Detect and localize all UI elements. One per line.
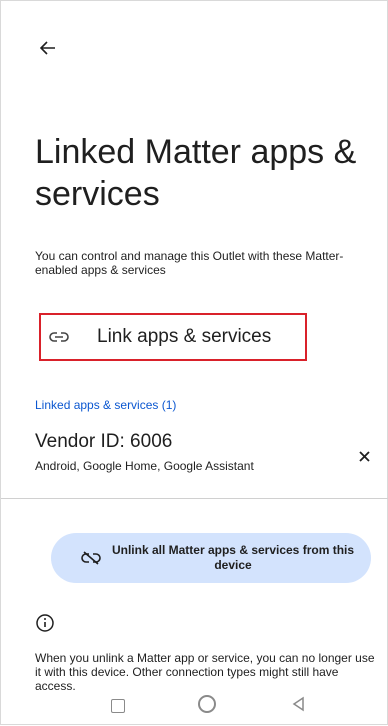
unlink-info-text: When you unlink a Matter app or service,… [35,651,375,693]
arrow-left-icon [40,41,55,55]
linked-section-header: Linked apps & services (1) [35,398,177,412]
circle-home-icon[interactable] [198,695,216,713]
unlink-all-button[interactable]: Unlink all Matter apps & services from t… [51,533,371,583]
info-icon [36,614,54,632]
page-title: Linked Matter apps & services [35,133,357,213]
remove-linked-app-button[interactable] [355,447,373,465]
linked-app-item[interactable]: Vendor ID: 6006 Android, Google Home, Go… [35,431,377,487]
square-recents-icon[interactable] [111,699,125,713]
app-screen: Linked Matter apps & services You can co… [0,0,388,725]
link-icon [49,331,71,343]
system-nav-bar [1,691,388,726]
vendor-id-title: Vendor ID: 6006 [35,431,173,452]
link-apps-services-button[interactable]: Link apps & services [39,313,307,361]
link-apps-services-label: Link apps & services [97,326,272,347]
back-button[interactable] [35,37,61,59]
unlink-all-label: Unlink all Matter apps & services from t… [111,543,355,572]
triangle-back-icon[interactable] [291,696,307,712]
description-text: You can control and manage this Outlet w… [35,249,344,277]
close-icon [358,450,370,462]
divider [1,498,388,499]
link-off-icon [81,551,103,565]
vendor-apps-subtitle: Android, Google Home, Google Assistant [35,459,254,473]
